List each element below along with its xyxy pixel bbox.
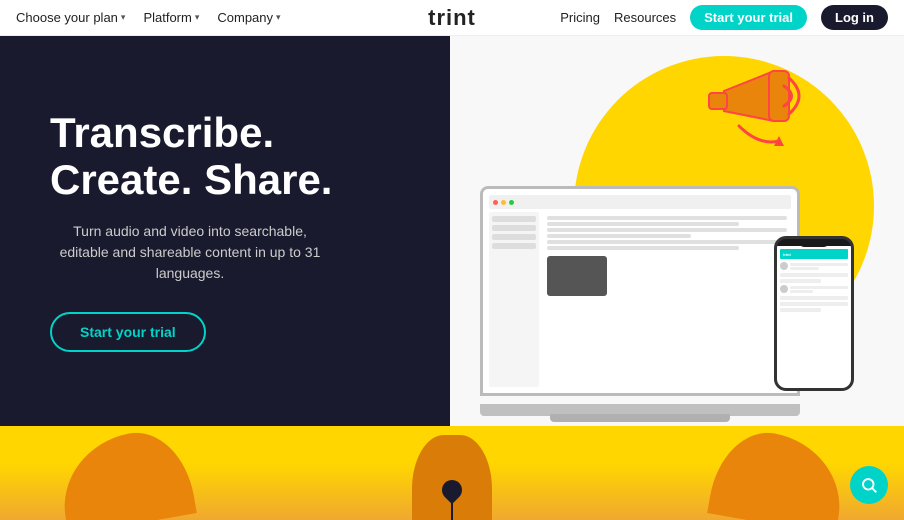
nav-label-choose-plan: Choose your plan (16, 10, 118, 25)
nav-link-resources[interactable]: Resources (614, 10, 676, 25)
text-line (547, 228, 787, 232)
logo[interactable]: trint (428, 5, 476, 31)
chevron-down-icon: ▾ (276, 12, 281, 23)
phone-row-2 (780, 285, 848, 293)
nav-label-platform: Platform (143, 10, 191, 25)
window-dot-yellow (501, 200, 506, 205)
login-button[interactable]: Log in (821, 5, 888, 30)
phone-row-1 (780, 262, 848, 270)
laptop-screen (483, 189, 797, 393)
phone-text-group (790, 286, 848, 293)
hand-right (707, 426, 851, 520)
phone-app-header: trint (780, 249, 848, 259)
start-trial-button[interactable]: Start your trial (690, 5, 807, 30)
chevron-down-icon: ▾ (121, 12, 126, 23)
hero-cta-button[interactable]: Start your trial (50, 312, 206, 352)
bottom-section (0, 426, 904, 520)
sidebar-line (492, 216, 536, 222)
hero-subtitle: Turn audio and video into searchable, ed… (50, 221, 330, 284)
nav-link-pricing[interactable]: Pricing (560, 10, 600, 25)
laptop-topbar (489, 195, 791, 209)
laptop-sidebar (489, 212, 539, 387)
navbar: Choose your plan ▾ Platform ▾ Company ▾ … (0, 0, 904, 36)
laptop-content-area (489, 212, 791, 387)
laptop-mockup (480, 186, 800, 396)
phone-content-line (780, 308, 821, 312)
nav-left: Choose your plan ▾ Platform ▾ Company ▾ (16, 10, 281, 25)
nav-item-company[interactable]: Company ▾ (217, 10, 280, 25)
phone-mini-line (790, 290, 813, 293)
phone-content-line (780, 296, 848, 300)
search-icon (860, 476, 878, 494)
laptop-foot (550, 414, 730, 422)
phone-notch (799, 241, 829, 247)
window-dot-green (509, 200, 514, 205)
hero-title: Transcribe. Create. Share. (50, 110, 332, 202)
hero-right-panel: trint (450, 36, 904, 426)
chevron-down-icon: ▾ (195, 12, 200, 23)
phone-mini-line (790, 263, 848, 266)
nav-item-choose-plan[interactable]: Choose your plan ▾ (16, 10, 125, 25)
window-dot-red (493, 200, 498, 205)
sidebar-line (492, 225, 536, 231)
phone-content-line (780, 302, 848, 306)
text-line (547, 216, 787, 220)
hand-left (53, 426, 197, 520)
phone-content-line (780, 273, 848, 277)
location-pin (442, 480, 462, 520)
megaphone-icon (684, 56, 814, 166)
video-thumbnail (547, 256, 607, 296)
phone-app-title: trint (783, 252, 791, 257)
phone-screen: trint (777, 246, 851, 388)
nav-right: Pricing Resources Start your trial Log i… (560, 5, 888, 30)
text-line (547, 240, 787, 244)
phone-text-group (790, 263, 848, 270)
phone-avatar (780, 285, 788, 293)
phone-mockup: trint (774, 236, 854, 391)
search-bubble-button[interactable] (850, 466, 888, 504)
main-content: Transcribe. Create. Share. Turn audio an… (0, 36, 904, 426)
sidebar-line (492, 243, 536, 249)
hero-left-panel: Transcribe. Create. Share. Turn audio an… (0, 36, 450, 426)
text-line (547, 246, 739, 250)
phone-avatar (780, 262, 788, 270)
phone-content-line (780, 279, 821, 283)
phone-mini-line (790, 286, 848, 289)
sidebar-line (492, 234, 536, 240)
nav-label-company: Company (217, 10, 273, 25)
text-line (547, 234, 691, 238)
hands-area (0, 426, 904, 520)
nav-item-platform[interactable]: Platform ▾ (143, 10, 199, 25)
laptop-main-area (543, 212, 791, 387)
pin-head-icon (438, 476, 466, 504)
phone-mini-line (790, 267, 819, 270)
text-line (547, 222, 739, 226)
